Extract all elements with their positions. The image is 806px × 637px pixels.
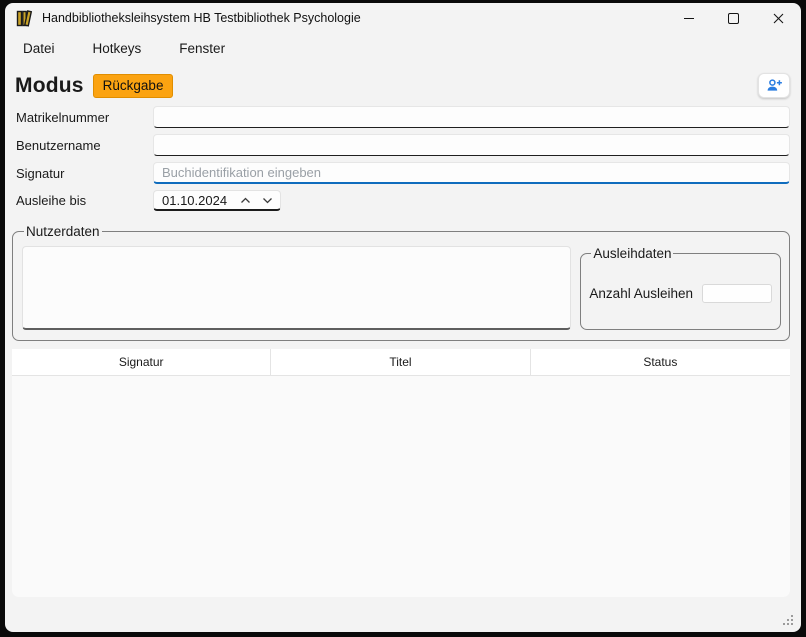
nutzerdaten-content: Ausleihdaten Anzahl Ausleihen (22, 246, 781, 330)
benutzername-input[interactable] (153, 134, 790, 156)
person-add-icon (766, 78, 783, 93)
anzahl-row: Anzahl Ausleihen (589, 284, 772, 303)
app-window: Handbibliotheksleihsystem HB Testbibliot… (5, 3, 801, 632)
menu-item-datei[interactable]: Datei (18, 37, 60, 60)
menu-item-fenster[interactable]: Fenster (174, 37, 230, 60)
signatur-input[interactable] (153, 162, 790, 184)
column-header-signatur[interactable]: Signatur (12, 349, 271, 375)
anzahl-ausleihen-input[interactable] (702, 284, 772, 303)
nutzerdaten-group: Nutzerdaten Ausleihdaten Anzahl Ausleihe… (12, 224, 790, 341)
minimize-icon (684, 18, 694, 19)
minimize-button[interactable] (666, 3, 711, 33)
date-step-up-button[interactable] (234, 192, 256, 209)
window-title: Handbibliotheksleihsystem HB Testbibliot… (42, 11, 361, 25)
nutzerdaten-textarea[interactable] (22, 246, 571, 330)
benutzername-label: Benutzername (11, 138, 153, 153)
ausleihe-bis-date-spinner[interactable]: 01.10.2024 (153, 190, 281, 211)
mode-heading: Modus (15, 74, 84, 98)
chevron-up-icon (240, 197, 251, 204)
maximize-button[interactable] (711, 3, 756, 33)
matrikelnummer-label: Matrikelnummer (11, 110, 153, 125)
titlebar: Handbibliotheksleihsystem HB Testbibliot… (5, 3, 801, 33)
mode-row: Modus Rückgabe (11, 72, 790, 99)
loan-form: Matrikelnummer Benutzername Signatur Aus… (11, 106, 790, 211)
loans-table: Signatur Titel Status (12, 349, 790, 597)
table-body (12, 376, 790, 597)
ausleihe-bis-value: 01.10.2024 (162, 193, 234, 208)
mode-badge[interactable]: Rückgabe (93, 74, 174, 98)
books-icon (16, 10, 33, 27)
ausleihe-bis-label: Ausleihe bis (11, 193, 153, 208)
chevron-down-icon (262, 197, 273, 204)
window-controls (666, 3, 801, 33)
close-icon (773, 13, 784, 24)
column-header-titel[interactable]: Titel (271, 349, 530, 375)
date-step-down-button[interactable] (256, 192, 278, 209)
table-header: Signatur Titel Status (12, 349, 790, 376)
menu-item-hotkeys[interactable]: Hotkeys (88, 37, 147, 60)
maximize-icon (728, 13, 739, 24)
ausleihe-bis-field: 01.10.2024 (153, 190, 790, 211)
signatur-label: Signatur (11, 166, 153, 181)
column-header-status[interactable]: Status (531, 349, 790, 375)
nutzerdaten-legend: Nutzerdaten (24, 224, 102, 239)
ausleihdaten-legend: Ausleihdaten (591, 246, 673, 261)
resize-grip-icon[interactable] (783, 615, 794, 626)
matrikelnummer-input[interactable] (153, 106, 790, 128)
anzahl-ausleihen-label: Anzahl Ausleihen (589, 286, 693, 301)
ausleihdaten-group: Ausleihdaten Anzahl Ausleihen (580, 246, 781, 330)
add-user-button[interactable] (758, 73, 790, 98)
close-button[interactable] (756, 3, 801, 33)
main-content: Modus Rückgabe Matrikelnummer Benutzerna… (5, 72, 801, 597)
menubar: Datei Hotkeys Fenster (5, 33, 801, 64)
